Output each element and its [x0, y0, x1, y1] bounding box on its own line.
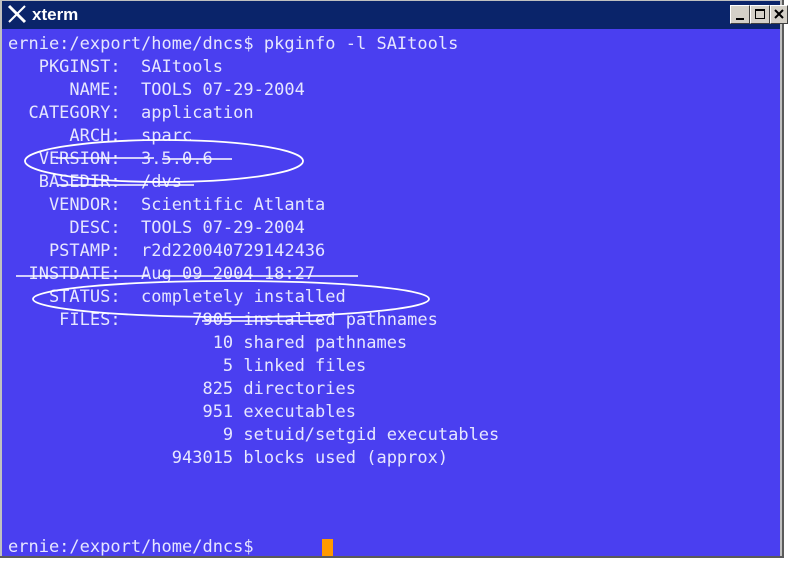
minimize-button[interactable]: [730, 5, 750, 24]
terminal-line: NAME: TOOLS 07-29-2004: [8, 80, 305, 100]
terminal-line: 5 linked files: [8, 356, 367, 376]
x-logo-icon: [7, 4, 27, 24]
terminal-line: 825 directories: [8, 379, 356, 399]
terminal-line: VENDOR: Scientific Atlanta: [8, 195, 326, 215]
terminal-line: STATUS: completely installed: [8, 287, 346, 307]
terminal-line: ernie:/export/home/dncs$ pkginfo -l SAIt…: [8, 34, 459, 54]
xterm-window: xterm ernie:/export/home/dncs$ pkginfo -…: [0, 0, 788, 558]
text-cursor: [322, 539, 333, 556]
terminal-line: CATEGORY: application: [8, 103, 254, 123]
terminal-line: 9 setuid/setgid executables: [8, 425, 500, 445]
terminal-line: 10 shared pathnames: [8, 333, 408, 353]
close-icon: [774, 9, 784, 19]
terminal-line: VERSION: 3.5.0.6: [8, 149, 213, 169]
terminal-line: PKGINST: SAItools: [8, 57, 223, 77]
close-button[interactable]: [770, 5, 788, 24]
terminal-line: ARCH: sparc: [8, 126, 193, 146]
terminal-line: BASEDIR: /dvs: [8, 172, 182, 192]
terminal-line: FILES: 7905 installed pathnames: [8, 310, 438, 330]
terminal-line: 943015 blocks used (approx): [8, 448, 449, 468]
terminal-line: INSTDATE: Aug 09 2004 18:27: [8, 264, 316, 284]
terminal-prompt: ernie:/export/home/dncs$: [8, 537, 264, 556]
maximize-icon: [755, 9, 765, 19]
minimize-icon: [736, 18, 744, 20]
maximize-button[interactable]: [750, 5, 770, 24]
window-title: xterm: [32, 5, 79, 24]
terminal-area[interactable]: ernie:/export/home/dncs$ pkginfo -l SAIt…: [2, 29, 780, 556]
terminal-line: DESC: TOOLS 07-29-2004: [8, 218, 305, 238]
terminal-line: 951 executables: [8, 402, 356, 422]
title-bar[interactable]: xterm: [2, 1, 788, 29]
terminal-line: PSTAMP: r2d220040729142436: [8, 241, 326, 261]
